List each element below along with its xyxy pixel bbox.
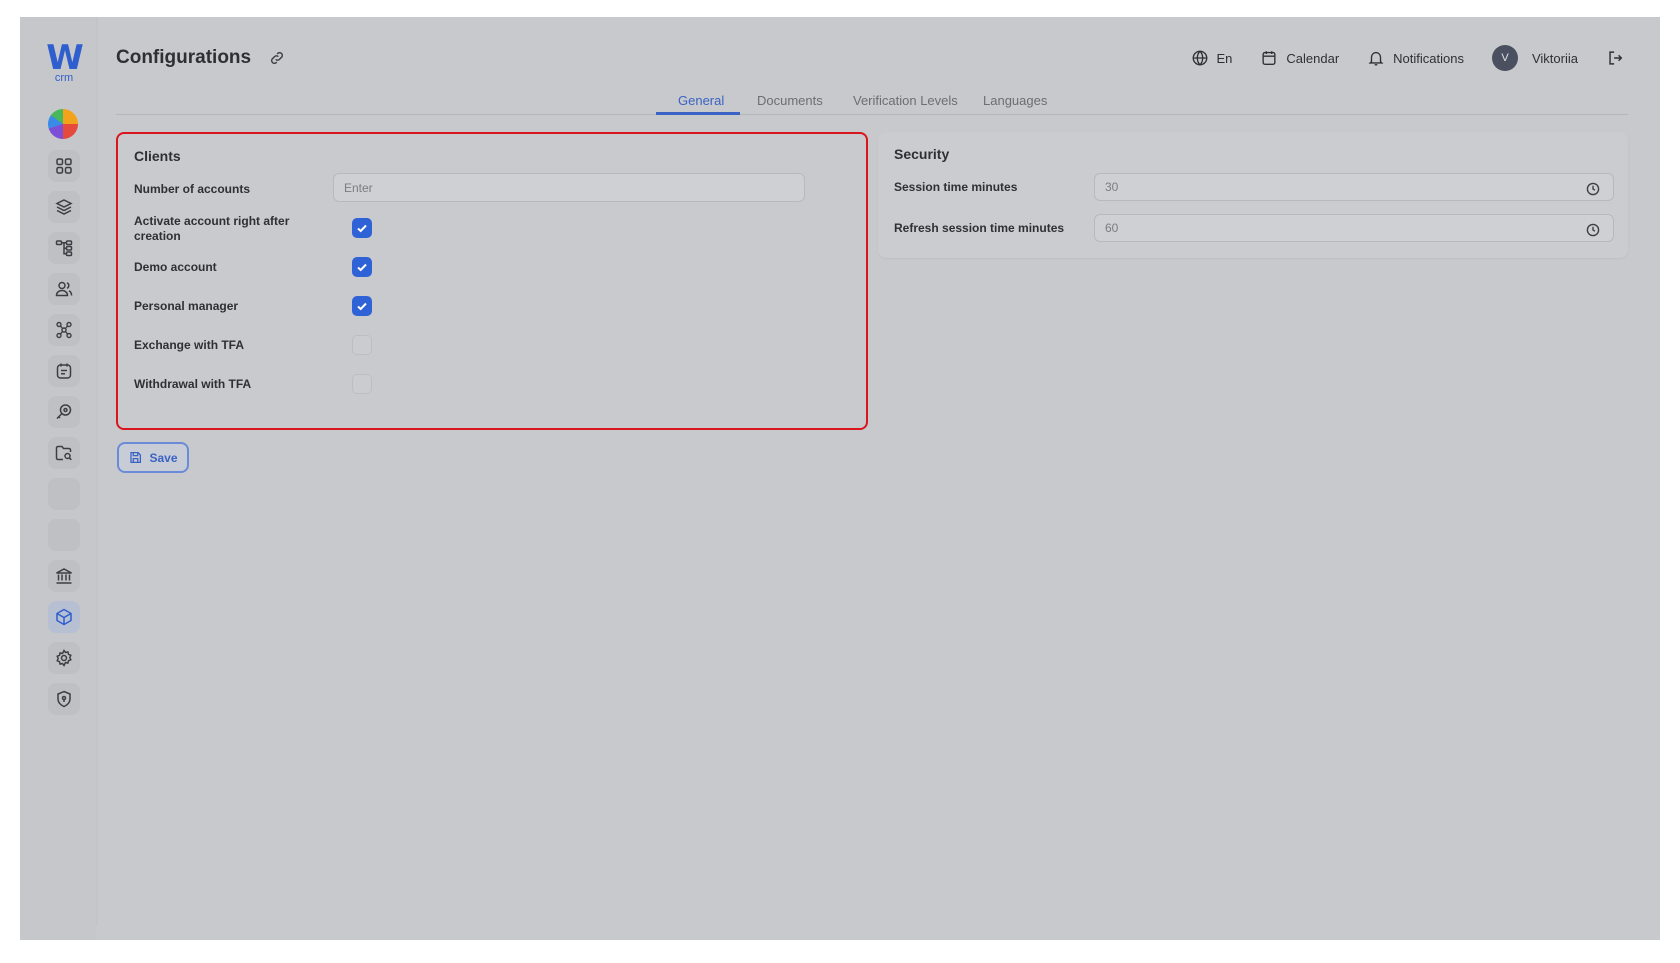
number-of-accounts-placeholder: Enter xyxy=(344,180,373,195)
session-time-label: Session time minutes xyxy=(894,180,1018,194)
sidebar-item-settings[interactable] xyxy=(48,642,80,674)
tab-bar: General Documents Verification Levels La… xyxy=(116,87,1628,115)
user-name: Viktoriia xyxy=(1531,50,1578,66)
top-bar: En Calendar Notifications V Viktoriia xyxy=(1163,43,1625,73)
check-icon xyxy=(357,302,367,311)
sidebar-item-network[interactable] xyxy=(48,314,80,346)
cube-icon xyxy=(56,608,72,626)
sidebar-item-tasks[interactable] xyxy=(48,355,80,387)
sidebar-item-dashboard[interactable] xyxy=(48,150,80,182)
withdrawal-tfa-label: Withdrawal with TFA xyxy=(134,377,252,391)
clients-card: Clients Number of accounts Enter Activat… xyxy=(116,132,868,430)
session-time-value: 30 xyxy=(1105,180,1119,194)
tab-languages[interactable]: Languages xyxy=(983,93,1047,108)
save-button[interactable]: Save xyxy=(117,442,189,473)
sidebar: W crm xyxy=(20,17,96,940)
logo-letter: W xyxy=(46,38,84,78)
refresh-session-time-label: Refresh session time minutes xyxy=(894,221,1065,235)
notifications-link[interactable]: Notifications xyxy=(1367,49,1464,67)
calendar-link[interactable]: Calendar xyxy=(1260,49,1339,67)
page-title: Configurations xyxy=(116,47,252,68)
personal-manager-checkbox[interactable] xyxy=(352,296,372,316)
app-frame: W crm Configurations En Calendar Notific… xyxy=(20,17,1660,940)
personal-manager-label: Personal manager xyxy=(134,299,239,313)
number-of-accounts-input[interactable]: Enter xyxy=(333,173,805,202)
folder-search-icon xyxy=(55,445,72,461)
sidebar-item-users[interactable] xyxy=(48,273,80,305)
exchange-tfa-checkbox[interactable] xyxy=(352,335,372,355)
tab-general[interactable]: General xyxy=(678,93,724,108)
check-icon xyxy=(357,224,367,233)
demo-account-label: Demo account xyxy=(134,260,217,274)
security-title: Security xyxy=(894,146,950,162)
exchange-tfa-label: Exchange with TFA xyxy=(134,338,245,352)
sidebar-item-bank[interactable] xyxy=(48,560,80,592)
bell-icon xyxy=(1368,51,1384,66)
tab-documents[interactable]: Documents xyxy=(757,93,823,108)
number-of-accounts-label: Number of accounts xyxy=(134,182,251,196)
sidebar-item-folder-search[interactable] xyxy=(48,437,80,469)
session-time-input[interactable]: 30 xyxy=(1094,173,1614,201)
tasks-icon xyxy=(56,363,72,379)
shield-icon xyxy=(57,690,71,708)
logout-icon xyxy=(1609,51,1623,65)
main-content: Configurations En Calendar Notifications… xyxy=(96,17,1644,925)
clock-icon[interactable] xyxy=(1585,181,1601,197)
calendar-icon xyxy=(1262,51,1276,65)
layers-icon xyxy=(55,199,73,215)
sidebar-item-key-search[interactable] xyxy=(48,396,80,428)
sidebar-item-cube[interactable] xyxy=(48,601,80,633)
dashboard-icon xyxy=(56,158,72,174)
save-label: Save xyxy=(149,450,178,465)
clock-icon[interactable] xyxy=(1585,222,1601,238)
demo-account-checkbox[interactable] xyxy=(352,257,372,277)
sidebar-item-blank-1[interactable] xyxy=(48,478,80,510)
gear-icon xyxy=(56,649,72,667)
activate-account-checkbox[interactable] xyxy=(352,218,372,238)
hierarchy-icon xyxy=(55,240,73,257)
sidebar-item-hierarchy[interactable] xyxy=(48,232,80,264)
network-icon xyxy=(56,321,72,339)
language-switcher[interactable]: En xyxy=(1191,49,1233,67)
withdrawal-tfa-checkbox[interactable] xyxy=(352,374,372,394)
users-icon xyxy=(55,281,73,297)
tab-verification-levels[interactable]: Verification Levels xyxy=(853,93,958,108)
active-tab-indicator xyxy=(656,112,740,115)
link-icon[interactable] xyxy=(268,49,286,67)
sidebar-item-security[interactable] xyxy=(48,683,80,715)
notifications-label: Notifications xyxy=(1393,50,1464,66)
logout-button[interactable] xyxy=(1606,49,1624,67)
clients-title: Clients xyxy=(134,148,181,164)
activate-account-label: Activate account right after creation xyxy=(134,214,290,243)
workspace-pie-icon[interactable] xyxy=(48,109,78,139)
security-card: Security Session time minutes 30 Refresh… xyxy=(878,132,1628,258)
language-label: En xyxy=(1216,50,1233,66)
calendar-label: Calendar xyxy=(1286,50,1340,66)
sidebar-item-blank-2[interactable] xyxy=(48,519,80,551)
check-icon xyxy=(357,263,367,272)
avatar: V xyxy=(1491,45,1518,71)
save-icon xyxy=(130,451,142,464)
globe-icon xyxy=(1192,50,1207,66)
refresh-session-time-value: 60 xyxy=(1105,221,1119,235)
key-search-icon xyxy=(56,404,72,420)
logo[interactable]: W crm xyxy=(46,38,84,84)
sidebar-item-layers[interactable] xyxy=(48,191,80,223)
refresh-session-time-input[interactable]: 60 xyxy=(1094,214,1614,242)
bank-icon xyxy=(56,568,72,584)
user-menu[interactable]: V Viktoriia xyxy=(1491,45,1578,71)
